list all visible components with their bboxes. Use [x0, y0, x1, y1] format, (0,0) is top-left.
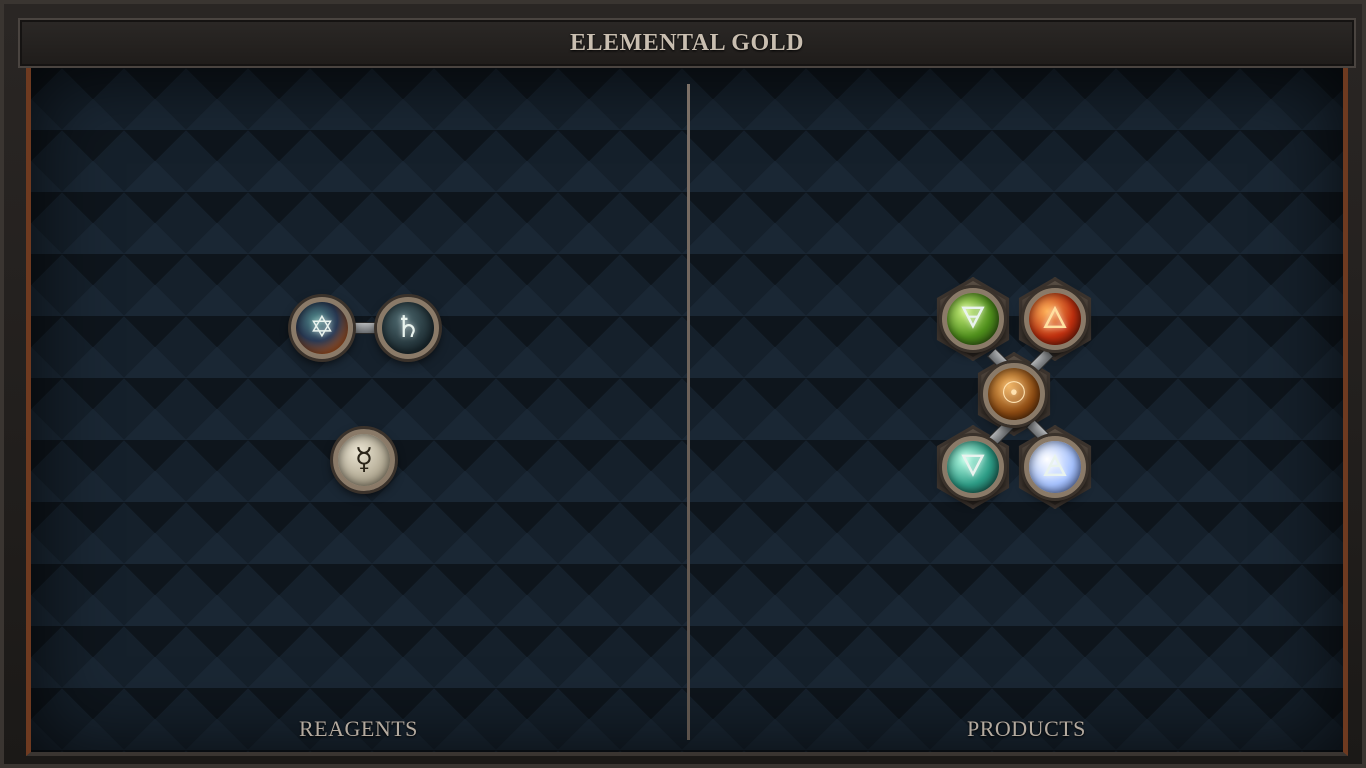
saturn-icon: ♄ [394, 310, 422, 345]
air-icon: 🜁 [1041, 449, 1069, 484]
sun-icon: ☉ [1000, 376, 1028, 411]
saturn-orb[interactable]: ♄ [377, 297, 439, 359]
water-icon: 🜄 [959, 449, 987, 484]
panel-divider [687, 84, 690, 740]
gold-orb[interactable]: ☉ [983, 363, 1045, 425]
mercury-orb[interactable]: ☿ [333, 429, 395, 491]
star-hexagram-orb[interactable]: ✡ [291, 297, 353, 359]
alchemy-board: ✡ ♄ ☿ REAGENTS 🜃 🜂 ☉ 🜄 🜁 PRODUCTS [26, 68, 1348, 756]
page-title: ELEMENTAL GOLD [570, 29, 804, 56]
hexagram-icon: ✡ [309, 310, 335, 345]
fire-icon: 🜂 [1041, 301, 1069, 336]
air-orb[interactable]: 🜁 [1024, 436, 1086, 498]
earth-orb[interactable]: 🜃 [942, 288, 1004, 350]
mercury-icon: ☿ [354, 442, 374, 477]
reagents-label: REAGENTS [299, 716, 418, 741]
window-frame: ELEMENTAL GOLD ✡ ♄ ☿ REAGENTS 🜃 🜂 ☉ 🜄 🜁 … [0, 0, 1366, 768]
water-orb[interactable]: 🜄 [942, 436, 1004, 498]
earth-icon: 🜃 [959, 301, 987, 336]
products-label: PRODUCTS [967, 716, 1086, 741]
fire-orb[interactable]: 🜂 [1024, 288, 1086, 350]
title-bar: ELEMENTAL GOLD [18, 18, 1356, 68]
